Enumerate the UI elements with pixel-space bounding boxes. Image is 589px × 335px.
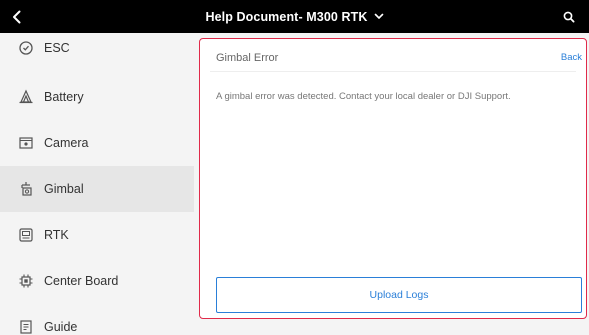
error-message: A gimbal error was detected. Contact you… xyxy=(216,91,511,102)
sidebar-item-esc[interactable]: ESC xyxy=(0,33,194,71)
sidebar: ESC Battery Camera Gimbal RTK Center Boa… xyxy=(0,33,194,335)
rtk-icon xyxy=(17,226,35,244)
esc-icon xyxy=(17,39,35,57)
gimbal-icon xyxy=(17,180,35,198)
center-board-icon xyxy=(17,272,35,290)
sidebar-item-label: Camera xyxy=(44,136,89,150)
sidebar-item-gimbal[interactable]: Gimbal xyxy=(0,166,194,212)
guide-icon xyxy=(17,318,35,335)
sidebar-item-label: Guide xyxy=(44,320,78,334)
camera-icon xyxy=(17,134,35,152)
sidebar-item-label: Gimbal xyxy=(44,182,84,196)
sidebar-item-rtk[interactable]: RTK xyxy=(0,212,194,258)
error-title: Gimbal Error xyxy=(216,52,279,64)
upload-logs-button[interactable]: Upload Logs xyxy=(216,277,582,313)
sidebar-item-battery[interactable]: Battery xyxy=(0,74,194,120)
error-detail-panel: Gimbal Error Back A gimbal error was det… xyxy=(199,38,587,319)
page-title[interactable]: Help Document- M300 RTK xyxy=(205,10,367,24)
back-button[interactable] xyxy=(0,0,33,33)
sidebar-item-label: ESC xyxy=(44,41,70,55)
sidebar-item-camera[interactable]: Camera xyxy=(0,120,194,166)
chevron-left-icon xyxy=(11,10,23,24)
search-button[interactable] xyxy=(555,0,583,33)
sidebar-item-guide[interactable]: Guide xyxy=(0,304,194,335)
top-bar: Help Document- M300 RTK xyxy=(0,0,589,33)
divider xyxy=(210,71,576,72)
sidebar-item-label: RTK xyxy=(44,228,69,242)
sidebar-item-label: Battery xyxy=(44,90,84,104)
search-icon xyxy=(563,11,575,23)
sidebar-item-center-board[interactable]: Center Board xyxy=(0,258,194,304)
sidebar-item-label: Center Board xyxy=(44,274,119,288)
battery-icon xyxy=(17,88,35,106)
chevron-down-icon[interactable] xyxy=(374,13,384,20)
back-link[interactable]: Back xyxy=(561,52,582,63)
title-container: Help Document- M300 RTK xyxy=(0,0,589,33)
